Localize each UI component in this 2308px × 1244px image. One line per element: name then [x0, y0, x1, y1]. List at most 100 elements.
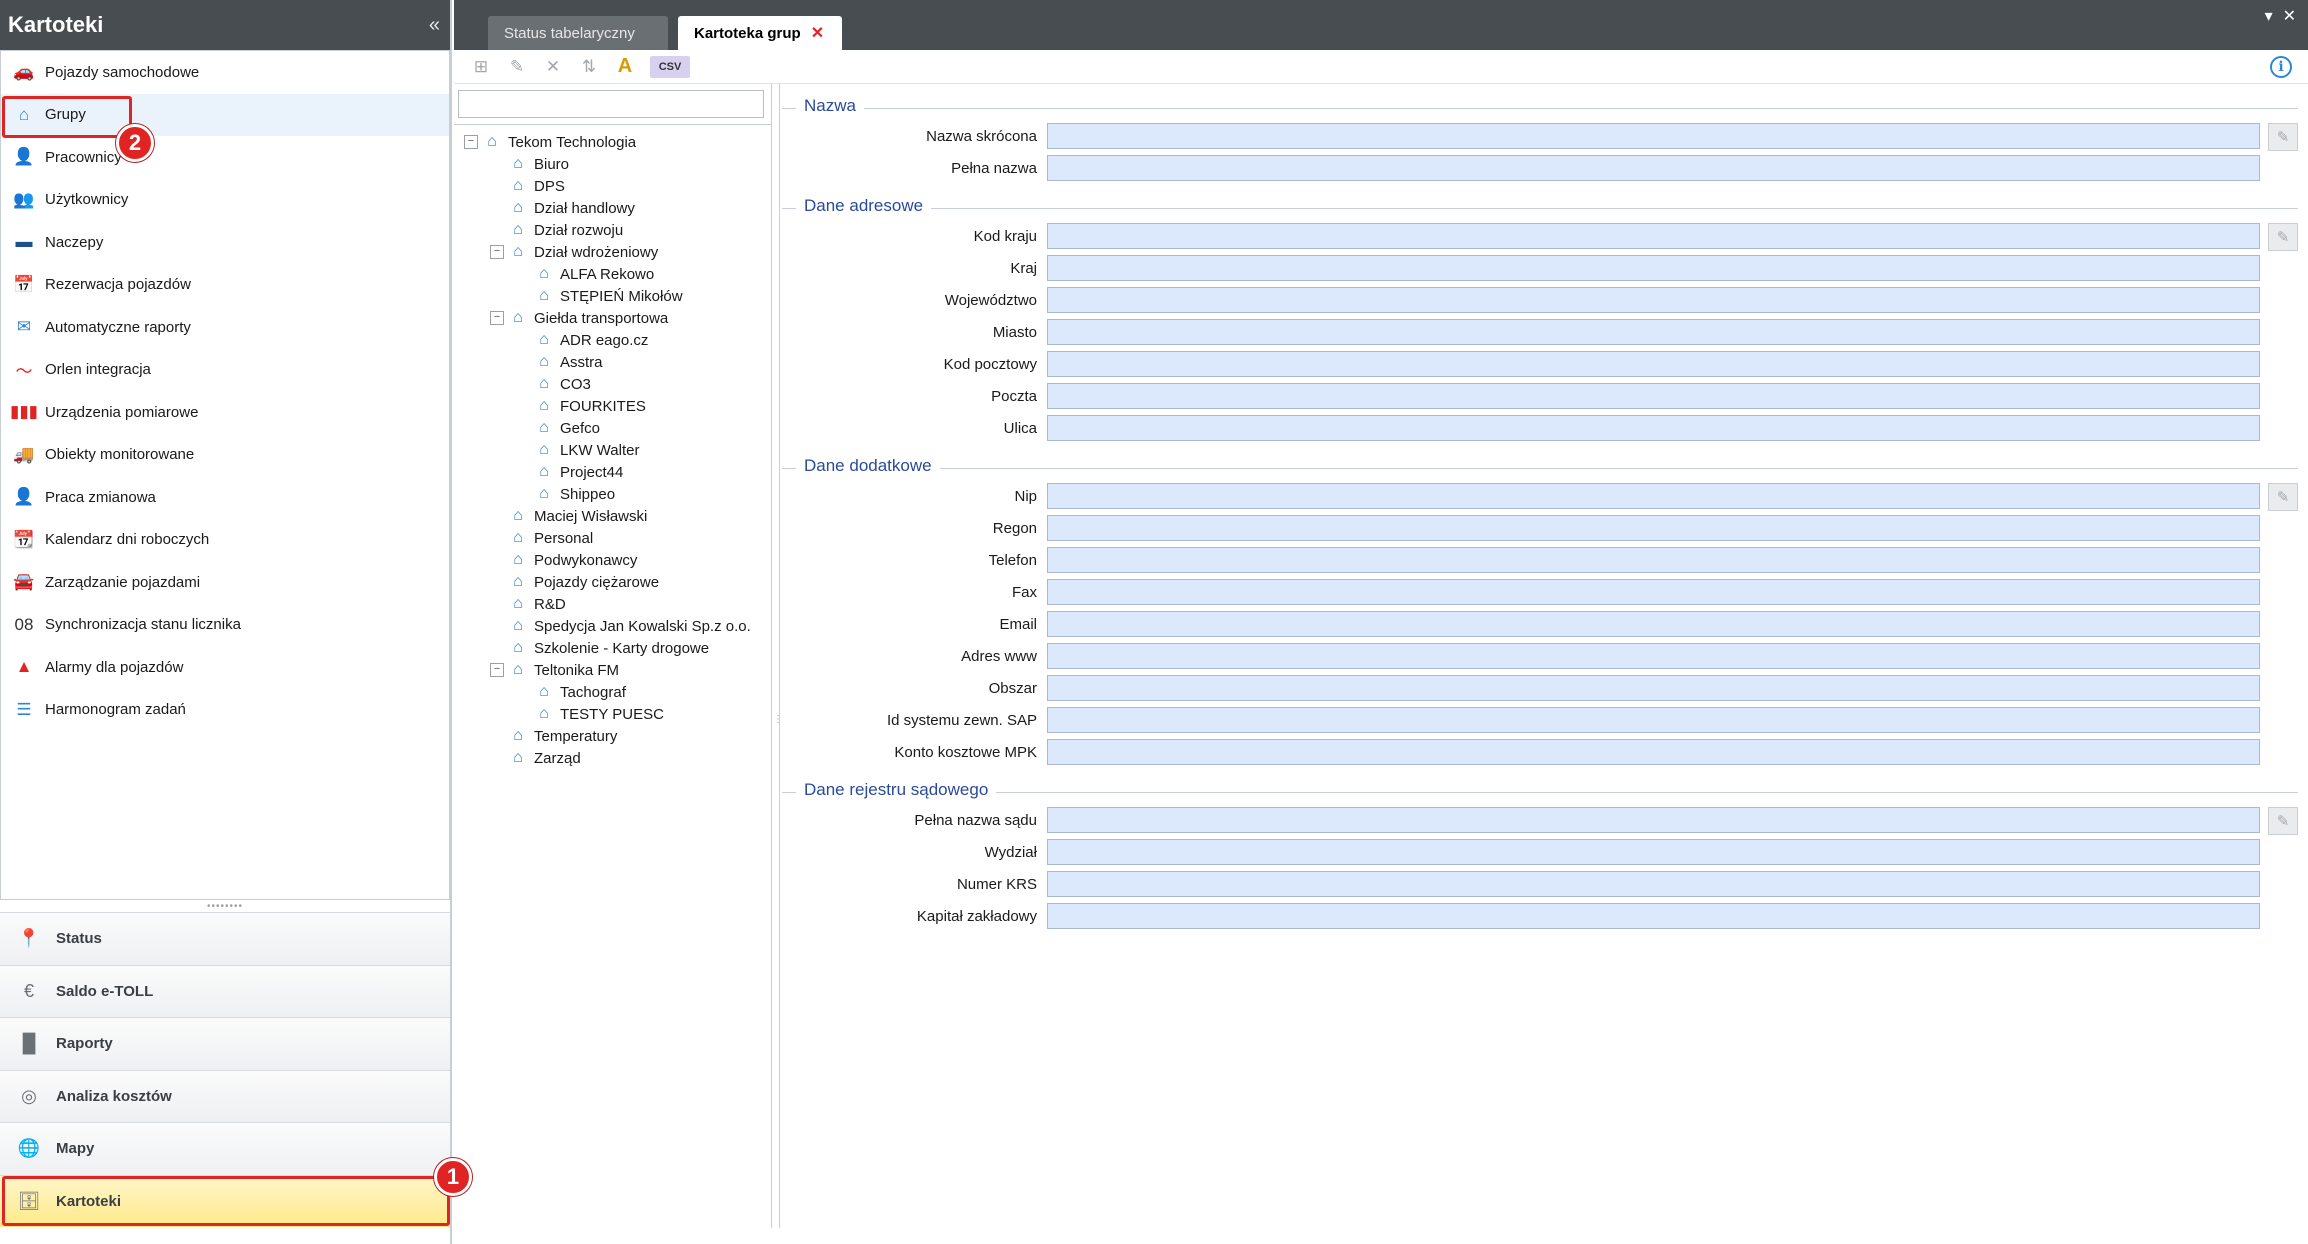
nav-item-7[interactable]: 〜 Orlen integracja	[1, 349, 449, 392]
tree-node[interactable]: ⌂ ADR eago.cz	[454, 329, 771, 351]
pencil-icon[interactable]: ✎	[2268, 807, 2298, 835]
field-input[interactable]	[1047, 515, 2260, 541]
tree-node[interactable]: ⌂ Szkolenie - Karty drogowe	[454, 637, 771, 659]
field-input[interactable]	[1047, 123, 2260, 149]
dropdown-arrow-icon[interactable]: ▾	[2265, 6, 2273, 26]
panel-splitter-grip[interactable]: ••••••••	[0, 901, 450, 912]
nav-item-4[interactable]: ▬ Naczepy	[1, 221, 449, 264]
close-tab-icon[interactable]: ✕	[811, 23, 824, 43]
nav-item-15[interactable]: ☰ Harmonogram zadań	[1, 689, 449, 732]
field-input[interactable]	[1047, 903, 2260, 929]
nav-item-0[interactable]: 🚗 Pojazdy samochodowe	[1, 51, 449, 94]
tree-node[interactable]: ⌂ R&D	[454, 593, 771, 615]
nav-item-5[interactable]: 📅 Rezerwacja pojazdów	[1, 264, 449, 307]
close-window-icon[interactable]: ✕	[2283, 6, 2296, 26]
tree-node[interactable]: ⌂ TESTY PUESC	[454, 703, 771, 725]
tab-kartoteka-grup[interactable]: Kartoteka grup ✕	[678, 16, 842, 50]
bottom-nav-item-3[interactable]: ◎ Analiza kosztów	[0, 1069, 450, 1122]
tree-node[interactable]: − ⌂ Dział wdrożeniowy	[454, 241, 771, 263]
field-input[interactable]	[1047, 155, 2260, 181]
tree-node[interactable]: ⌂ Maciej Wisławski	[454, 505, 771, 527]
tree-node[interactable]: ⌂ Shippeo	[454, 483, 771, 505]
nav-item-9[interactable]: 🚚 Obiekty monitorowane	[1, 434, 449, 477]
tree-node[interactable]: ⌂ STĘPIEŃ Mikołów	[454, 285, 771, 307]
bottom-nav-item-4[interactable]: 🌐 Mapy	[0, 1122, 450, 1175]
tree-node[interactable]: ⌂ Podwykonawcy	[454, 549, 771, 571]
field-input[interactable]	[1047, 483, 2260, 509]
pencil-icon[interactable]: ✎	[2268, 123, 2298, 151]
field-input[interactable]	[1047, 319, 2260, 345]
collapse-panel-button[interactable]: «	[429, 14, 440, 37]
nav-item-3[interactable]: 👥 Użytkownicy	[1, 179, 449, 222]
tree-splitter[interactable]: ⋮	[772, 84, 783, 1228]
tab-status-tabelaryczny[interactable]: Status tabelaryczny	[488, 16, 668, 50]
field-input[interactable]	[1047, 611, 2260, 637]
tree-node[interactable]: ⌂ Dział handlowy	[454, 197, 771, 219]
tree-node[interactable]: ⌂ LKW Walter	[454, 439, 771, 461]
collapse-node-icon[interactable]: −	[490, 245, 504, 259]
field-input[interactable]	[1047, 871, 2260, 897]
tree-node[interactable]: ⌂ Zarząd	[454, 747, 771, 769]
delete-icon[interactable]: ✕	[542, 56, 564, 78]
pencil-icon[interactable]: ✎	[2268, 483, 2298, 511]
field-input[interactable]	[1047, 223, 2260, 249]
collapse-node-icon[interactable]: −	[464, 135, 478, 149]
field-input[interactable]	[1047, 383, 2260, 409]
warning-icon[interactable]: A	[614, 55, 636, 78]
tree-node[interactable]: ⌂ Pojazdy ciężarowe	[454, 571, 771, 593]
field-input[interactable]	[1047, 839, 2260, 865]
collapse-node-icon[interactable]: −	[490, 311, 504, 325]
nav-item-14[interactable]: ▲ Alarmy dla pojazdów	[1, 646, 449, 689]
tree-node[interactable]: ⌂ DPS	[454, 175, 771, 197]
tree-node[interactable]: ⌂ Spedycja Jan Kowalski Sp.z o.o.	[454, 615, 771, 637]
bottom-nav-item-0[interactable]: 📍 Status	[0, 912, 450, 965]
tree-node[interactable]: ⌂ CO3	[454, 373, 771, 395]
field-input[interactable]	[1047, 255, 2260, 281]
nav-item-6[interactable]: ✉ Automatyczne raporty	[1, 306, 449, 349]
field-input[interactable]	[1047, 643, 2260, 669]
tree-node[interactable]: ⌂ Dział rozwoju	[454, 219, 771, 241]
field-input[interactable]	[1047, 739, 2260, 765]
nav-item-10[interactable]: 👤 Praca zmianowa	[1, 476, 449, 519]
tree-node[interactable]: ⌂ ALFA Rekowo	[454, 263, 771, 285]
bottom-nav-item-2[interactable]: ▐▌ Raporty	[0, 1017, 450, 1070]
tree-node[interactable]: ⌂ FOURKITES	[454, 395, 771, 417]
tree-node[interactable]: ⌂ Asstra	[454, 351, 771, 373]
field-input[interactable]	[1047, 807, 2260, 833]
csv-export-button[interactable]: CSV	[650, 55, 690, 78]
field-input[interactable]	[1047, 707, 2260, 733]
field-input[interactable]	[1047, 579, 2260, 605]
bottom-nav-item-1[interactable]: € Saldo e-TOLL	[0, 964, 450, 1017]
nav-item-1[interactable]: ⌂ Grupy	[1, 93, 449, 136]
group-form: Nazwa Nazwa skrócona ✎ Pełna nazwa Dane adre…	[782, 84, 2298, 932]
tree-node[interactable]: ⌂ Tachograf	[454, 681, 771, 703]
info-icon[interactable]: i	[2270, 56, 2292, 78]
tree-node[interactable]: ⌂ Personal	[454, 527, 771, 549]
field-input[interactable]	[1047, 351, 2260, 377]
field-input[interactable]	[1047, 415, 2260, 441]
tree-node[interactable]: ⌂ Gefco	[454, 417, 771, 439]
tree-node[interactable]: ⌂ Temperatury	[454, 725, 771, 747]
tree-node[interactable]: ⌂ Biuro	[454, 153, 771, 175]
nav-item-8[interactable]: ▮▮▮ Urządzenia pomiarowe	[1, 391, 449, 434]
add-icon[interactable]: ⊞	[470, 56, 492, 78]
move-icon[interactable]: ⇅	[578, 56, 600, 78]
field-input[interactable]	[1047, 287, 2260, 313]
nav-item-label: Rezerwacja pojazdów	[45, 276, 191, 294]
pencil-icon[interactable]: ✎	[2268, 223, 2298, 251]
edit-icon[interactable]: ✎	[506, 56, 528, 78]
field-input[interactable]	[1047, 547, 2260, 573]
bottom-nav-item-5[interactable]: 🗄 Kartoteki	[0, 1174, 450, 1227]
field-input[interactable]	[1047, 675, 2260, 701]
nav-item-13[interactable]: 08 Synchronizacja stanu licznika	[1, 604, 449, 647]
tree-node[interactable]: − ⌂ Giełda transportowa	[454, 307, 771, 329]
nav-item-label: Praca zmianowa	[45, 488, 156, 506]
tree-search-input[interactable]	[458, 90, 764, 118]
tree-node[interactable]: − ⌂ Tekom Technologia	[454, 131, 771, 153]
tree-node[interactable]: ⌂ Project44	[454, 461, 771, 483]
nav-item-12[interactable]: 🚘 Zarządzanie pojazdami	[1, 561, 449, 604]
nav-item-2[interactable]: 👤 Pracownicy	[1, 136, 449, 179]
nav-item-11[interactable]: 📆 Kalendarz dni roboczych	[1, 519, 449, 562]
collapse-node-icon[interactable]: −	[490, 663, 504, 677]
tree-node[interactable]: − ⌂ Teltonika FM	[454, 659, 771, 681]
